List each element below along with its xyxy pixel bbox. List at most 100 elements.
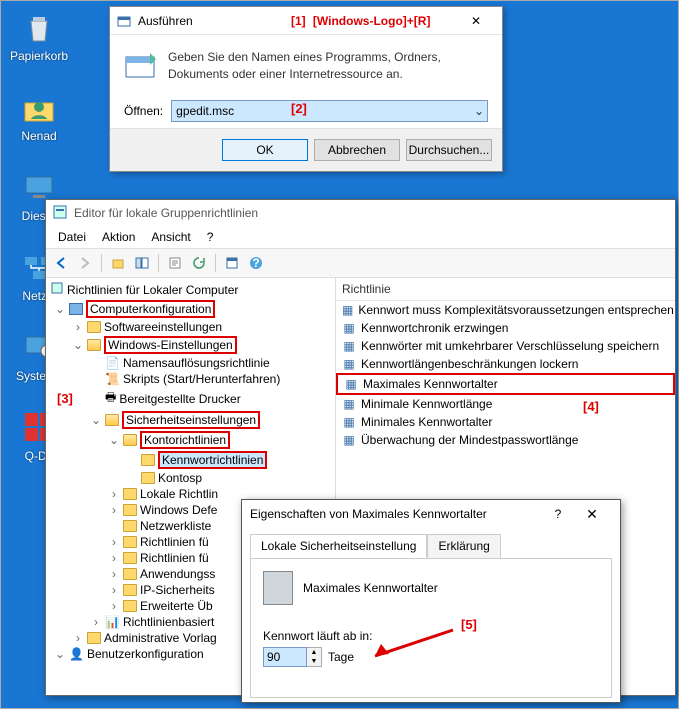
- tree-windows-settings[interactable]: Windows-Einstellungen: [104, 336, 237, 354]
- folder-icon: [141, 454, 155, 466]
- expand-icon[interactable]: ›: [108, 567, 120, 581]
- spin-down-icon[interactable]: ▼: [307, 657, 321, 666]
- expand-icon[interactable]: ›: [108, 487, 120, 501]
- open-input[interactable]: [171, 100, 488, 122]
- expand-icon[interactable]: ›: [72, 631, 84, 645]
- browse-button[interactable]: Durchsuchen...: [406, 139, 492, 161]
- export-button[interactable]: [164, 252, 186, 274]
- tree-item[interactable]: IP-Sicherheits: [140, 583, 215, 597]
- help-button[interactable]: ?: [544, 507, 572, 521]
- tree-item[interactable]: Bereitgestellte Drucker: [119, 392, 240, 406]
- tree-root[interactable]: Richtlinien für Lokaler Computer: [67, 283, 238, 297]
- folder-open-icon: [105, 414, 119, 426]
- tree-item[interactable]: Administrative Vorlag: [104, 631, 217, 645]
- tree-item[interactable]: Richtlinien fü: [140, 551, 209, 565]
- tree-item[interactable]: Netzwerkliste: [140, 519, 211, 533]
- refresh-button[interactable]: [188, 252, 210, 274]
- annotation-3: [3]: [57, 391, 73, 406]
- menu-file[interactable]: Datei: [52, 228, 92, 246]
- tree-item[interactable]: Namensauflösungsrichtlinie: [123, 356, 270, 370]
- expand-icon[interactable]: ›: [108, 551, 120, 565]
- policy-item-icon: ▦: [342, 303, 353, 317]
- tree-item[interactable]: Richtlinien fü: [140, 535, 209, 549]
- days-spinner[interactable]: ▲▼: [263, 647, 322, 667]
- desktop-icon-user[interactable]: Nenad: [9, 87, 69, 143]
- tab-local-security[interactable]: Lokale Sicherheitseinstellung: [250, 534, 427, 558]
- expand-icon[interactable]: ›: [108, 583, 120, 597]
- tree-userconfig[interactable]: Benutzerkonfiguration: [87, 647, 204, 661]
- list-item[interactable]: ▦Überwachung der Mindestpasswortlänge: [336, 431, 675, 449]
- chevron-down-icon[interactable]: ⌄: [474, 104, 484, 118]
- properties-titlebar[interactable]: Eigenschaften von Maximales Kennwortalte…: [242, 500, 620, 528]
- list-header[interactable]: Richtlinie: [336, 278, 675, 301]
- expand-icon[interactable]: ›: [108, 535, 120, 549]
- policy-item-icon: ▦: [342, 357, 356, 371]
- tree-item[interactable]: Erweiterte Üb: [140, 599, 213, 613]
- desktop-icon-label: Papierkorb: [10, 49, 68, 63]
- desktop-icon-recycle[interactable]: Papierkorb: [9, 7, 69, 63]
- expand-icon[interactable]: ›: [108, 503, 120, 517]
- recycle-bin-icon: [19, 7, 59, 47]
- folder-open-icon: [87, 339, 101, 351]
- tree-item[interactable]: Softwareeinstellungen: [104, 320, 222, 334]
- server-icon: [263, 571, 293, 605]
- expand-icon[interactable]: ›: [72, 320, 84, 334]
- close-button[interactable]: ✕: [572, 506, 612, 523]
- list-item[interactable]: ▦Minimales Kennwortalter: [336, 413, 675, 431]
- policy-icon: 📊: [105, 615, 120, 629]
- tree-password-policy[interactable]: Kennwortrichtlinien: [158, 451, 267, 469]
- tree-item[interactable]: Richtlinienbasiert: [123, 615, 214, 629]
- folder-icon: [123, 536, 137, 548]
- policy-item-icon: ▦: [342, 415, 356, 429]
- list-item[interactable]: ▦Minimale Kennwortlänge: [336, 395, 675, 413]
- tab-explain[interactable]: Erklärung: [427, 534, 500, 558]
- show-hide-button[interactable]: [131, 252, 153, 274]
- list-item[interactable]: ▦Kennwort muss Komplexitätsvoraussetzung…: [336, 301, 675, 319]
- tree-security-settings[interactable]: Sicherheitseinstellungen: [122, 411, 260, 429]
- menu-view[interactable]: Ansicht: [145, 228, 196, 246]
- tree-item[interactable]: Lokale Richtlin: [140, 487, 218, 501]
- help-button[interactable]: ?: [245, 252, 267, 274]
- open-combobox[interactable]: ⌄: [171, 100, 488, 122]
- back-button[interactable]: [50, 252, 72, 274]
- folder-icon: [123, 520, 137, 532]
- days-unit: Tage: [328, 650, 354, 664]
- tree-item[interactable]: Kontosp: [158, 471, 202, 485]
- gpedit-titlebar[interactable]: Editor für lokale Gruppenrichtlinien: [46, 200, 675, 226]
- tree-computerconfig[interactable]: Computerkonfiguration: [86, 300, 215, 318]
- list-item[interactable]: ▦Kennwortchronik erzwingen: [336, 319, 675, 337]
- expand-icon[interactable]: ⌄: [54, 647, 66, 661]
- list-item[interactable]: ▦Kennwörter mit umkehrbarer Verschlüssel…: [336, 337, 675, 355]
- svg-text:?: ?: [252, 256, 259, 270]
- menu-help[interactable]: ?: [201, 228, 220, 246]
- forward-button[interactable]: [74, 252, 96, 274]
- folder-icon: [123, 552, 137, 564]
- tree-item[interactable]: Anwendungss: [140, 567, 215, 581]
- expand-icon[interactable]: ⌄: [54, 302, 66, 316]
- policy-item-icon: ▦: [342, 433, 356, 447]
- expand-icon[interactable]: ›: [90, 615, 102, 629]
- tree-item[interactable]: Skripts (Start/Herunterfahren): [123, 372, 280, 386]
- days-input[interactable]: [263, 647, 307, 667]
- close-button[interactable]: ✕: [456, 9, 496, 33]
- expand-icon[interactable]: ⌄: [90, 413, 102, 427]
- list-item-max-password F[interactable]: ▦Maximales Kennwortalter: [336, 373, 675, 395]
- properties-button[interactable]: [221, 252, 243, 274]
- expand-icon[interactable]: ⌄: [72, 338, 84, 352]
- ok-button[interactable]: OK: [222, 139, 308, 161]
- menu-action[interactable]: Aktion: [96, 228, 141, 246]
- expand-icon[interactable]: ›: [108, 599, 120, 613]
- tree-item[interactable]: Windows Defe: [140, 503, 217, 517]
- cancel-button[interactable]: Abbrechen: [314, 139, 400, 161]
- folder-icon: [123, 584, 137, 596]
- folder-icon: [123, 600, 137, 612]
- properties-tabs: Lokale Sicherheitseinstellung Erklärung: [242, 528, 620, 558]
- list-item[interactable]: ▦Kennwortlängenbeschränkungen lockern: [336, 355, 675, 373]
- tree-account-policies[interactable]: Kontorichtlinien: [140, 431, 230, 449]
- expand-icon[interactable]: ⌄: [108, 433, 120, 447]
- up-button[interactable]: [107, 252, 129, 274]
- policy-item-icon: ▦: [342, 397, 356, 411]
- spin-up-icon[interactable]: ▲: [307, 648, 321, 657]
- annotation-4: [4]: [583, 399, 599, 414]
- run-large-icon: [124, 49, 158, 86]
